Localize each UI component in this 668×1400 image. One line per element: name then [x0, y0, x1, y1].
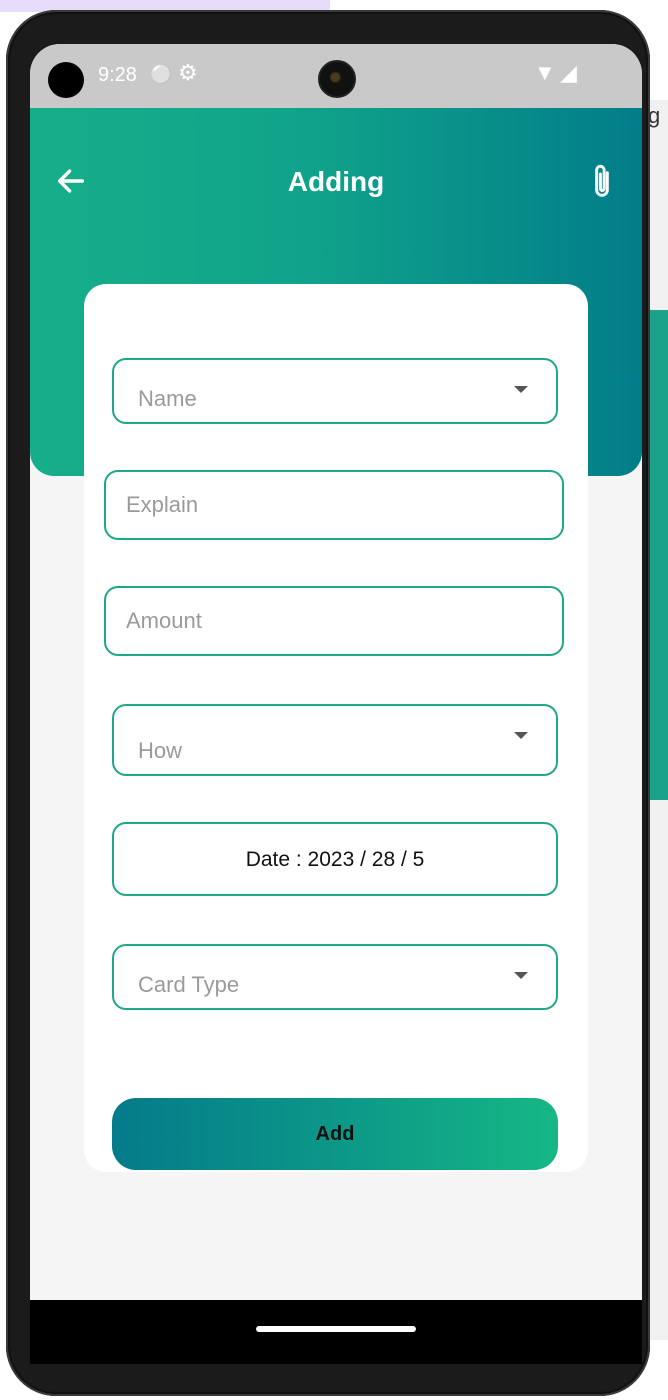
status-bar: 9:28 ⚪ ⚙ ▼ ◢ — [30, 44, 642, 108]
front-camera — [318, 60, 356, 98]
wifi-icon: ▼ — [534, 60, 556, 85]
add-button[interactable]: Add — [112, 1098, 558, 1170]
amount-field[interactable] — [104, 586, 564, 656]
name-dropdown[interactable]: Name — [112, 358, 558, 424]
navigation-bar — [30, 1300, 642, 1364]
phone-screen: 9:28 ⚪ ⚙ ▼ ◢ Adding Name Explain Amount … — [30, 44, 642, 1364]
name-dropdown-label: Name — [138, 386, 197, 411]
chevron-down-icon — [514, 732, 528, 739]
signal-icon: ◢ — [560, 60, 577, 85]
how-dropdown-label: How — [138, 738, 183, 763]
explain-field[interactable] — [104, 470, 564, 540]
usb-icon: ⚪ — [150, 64, 173, 84]
page-title: Adding — [287, 166, 385, 197]
card-type-dropdown-label: Card Type — [138, 972, 240, 997]
card-type-dropdown[interactable]: Card Type — [112, 944, 558, 1010]
background-teal-edge — [650, 310, 668, 800]
phone-frame: 9:28 ⚪ ⚙ ▼ ◢ Adding Name Explain Amount … — [6, 10, 650, 1396]
explain-input[interactable] — [106, 472, 562, 538]
paperclip-icon[interactable] — [586, 162, 618, 202]
status-dot — [48, 62, 84, 98]
chevron-down-icon — [514, 972, 528, 979]
amount-input[interactable] — [106, 588, 562, 654]
home-indicator[interactable] — [256, 1326, 416, 1332]
chevron-down-icon — [514, 386, 528, 393]
settings-icon: ⚙ — [178, 60, 198, 85]
how-dropdown[interactable]: How — [112, 704, 558, 776]
date-label: Date : 2023 / 28 / 5 — [245, 848, 425, 871]
status-time: 9:28 — [98, 64, 137, 86]
date-button[interactable]: Date : 2023 / 28 / 5 — [112, 822, 558, 896]
form-card: Name How Date : 2023 / 28 / 5 Card Type … — [84, 284, 588, 1172]
